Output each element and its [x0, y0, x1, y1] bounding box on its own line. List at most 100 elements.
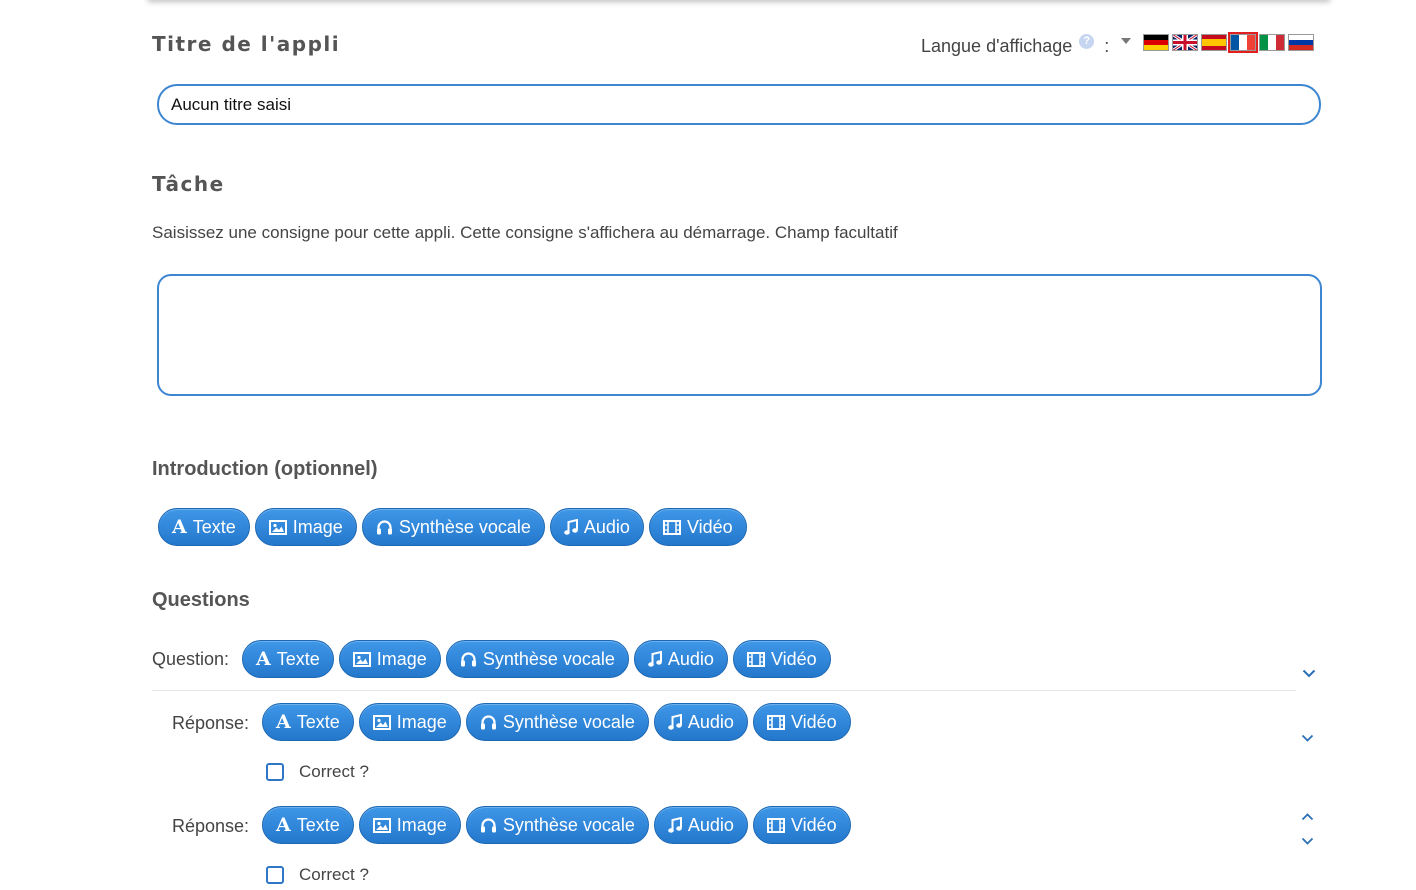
question-collapse-button[interactable]: [1302, 665, 1316, 683]
display-language: Langue d'affichage ? :: [921, 34, 1110, 57]
introduction-media-buttons: A Texte Image Synthèse vocale Audio Vidé…: [158, 508, 747, 546]
language-dropdown-toggle[interactable]: [1121, 38, 1131, 44]
button-label: Image: [292, 516, 343, 537]
flag-ru-icon[interactable]: [1288, 34, 1314, 51]
button-label: Audio: [583, 516, 630, 537]
button-label: Image: [376, 648, 427, 669]
button-label: Texte: [276, 648, 320, 669]
chevron-down-icon: [1301, 734, 1314, 742]
answer-1-video-button[interactable]: Vidéo: [752, 703, 851, 741]
image-icon: [352, 651, 371, 667]
answer-1-text-button[interactable]: A Texte: [262, 703, 354, 741]
music-note-icon: [668, 816, 682, 834]
flag-fr-icon[interactable]: [1228, 32, 1258, 53]
flag-it-icon[interactable]: [1259, 34, 1285, 51]
headphones-icon: [480, 714, 497, 730]
display-language-colon: :: [1104, 36, 1110, 56]
chevron-down-icon: [1301, 837, 1314, 845]
button-label: Image: [396, 711, 447, 732]
music-note-icon: [648, 650, 662, 668]
answer-1-tts-button[interactable]: Synthèse vocale: [465, 703, 649, 741]
answer-1-image-button[interactable]: Image: [358, 703, 461, 741]
text-format-icon: A: [256, 648, 271, 670]
question-text-button[interactable]: A Texte: [242, 640, 334, 678]
music-note-icon: [668, 713, 682, 731]
intro-image-button[interactable]: Image: [254, 508, 357, 546]
help-icon[interactable]: ?: [1079, 34, 1095, 49]
answer-1-correct-label: Correct ?: [299, 762, 369, 781]
answer-2-tts-button[interactable]: Synthèse vocale: [465, 806, 649, 844]
question-label: Question:: [152, 649, 230, 669]
answer-2-media-buttons: A Texte Image Synthèse vocale Audio Vidé…: [262, 806, 851, 844]
intro-tts-button[interactable]: Synthèse vocale: [361, 508, 545, 546]
flag-es-icon[interactable]: [1201, 34, 1227, 51]
chevron-up-icon: [1301, 813, 1314, 821]
button-label: Texte: [192, 516, 236, 537]
language-flags: [1143, 32, 1314, 53]
answer-2-correct-checkbox[interactable]: [266, 866, 284, 884]
image-icon: [268, 519, 287, 535]
button-label: Synthèse vocale: [502, 711, 635, 732]
image-icon: [372, 714, 391, 730]
answer-1-correct-checkbox[interactable]: [266, 763, 284, 781]
button-label: Vidéo: [790, 711, 837, 732]
answer-2-video-button[interactable]: Vidéo: [752, 806, 851, 844]
chevron-down-icon: [1302, 669, 1316, 678]
answer-2-move-down-button[interactable]: [1301, 832, 1314, 850]
button-label: Synthèse vocale: [502, 814, 635, 835]
intro-audio-button[interactable]: Audio: [549, 508, 644, 546]
film-icon: [766, 714, 785, 730]
button-label: Texte: [296, 711, 340, 732]
questions-heading: Questions: [152, 589, 250, 611]
answer-2-text-button[interactable]: A Texte: [262, 806, 354, 844]
question-tts-button[interactable]: Synthèse vocale: [445, 640, 629, 678]
answer-1-media-buttons: A Texte Image Synthèse vocale Audio Vidé…: [262, 703, 851, 741]
button-label: Vidéo: [790, 814, 837, 835]
button-label: Synthèse vocale: [398, 516, 531, 537]
question-image-button[interactable]: Image: [338, 640, 441, 678]
button-label: Texte: [296, 814, 340, 835]
answer-1-move-down-button[interactable]: [1301, 729, 1314, 747]
film-icon: [746, 651, 765, 667]
button-label: Audio: [667, 648, 714, 669]
answer-2-label: Réponse:: [172, 816, 250, 836]
text-format-icon: A: [276, 814, 291, 836]
text-format-icon: A: [172, 516, 187, 538]
button-label: Audio: [687, 711, 734, 732]
answer-2-move-up-button[interactable]: [1301, 808, 1314, 826]
button-label: Synthèse vocale: [482, 648, 615, 669]
task-heading: Tâche: [152, 172, 225, 196]
flag-de-icon[interactable]: [1143, 34, 1169, 51]
task-description: Saisissez une consigne pour cette appli.…: [152, 223, 898, 242]
music-note-icon: [564, 518, 578, 536]
introduction-heading: Introduction (optionnel): [152, 458, 378, 480]
headphones-icon: [480, 817, 497, 833]
film-icon: [662, 519, 681, 535]
question-divider: [152, 690, 1296, 691]
headphones-icon: [376, 519, 393, 535]
question-video-button[interactable]: Vidéo: [732, 640, 831, 678]
answer-2-image-button[interactable]: Image: [358, 806, 461, 844]
answer-2-correct-label: Correct ?: [299, 865, 369, 884]
image-icon: [372, 817, 391, 833]
text-format-icon: A: [276, 711, 291, 733]
headphones-icon: [460, 651, 477, 667]
answer-1-label: Réponse:: [172, 713, 250, 733]
triangle-down-icon: [1121, 38, 1131, 44]
app-title-heading: Titre de l'appli: [152, 32, 341, 56]
intro-video-button[interactable]: Vidéo: [648, 508, 747, 546]
answer-2-audio-button[interactable]: Audio: [653, 806, 748, 844]
app-title-input[interactable]: [157, 84, 1321, 125]
button-label: Audio: [687, 814, 734, 835]
question-media-buttons: A Texte Image Synthèse vocale Audio Vidé…: [242, 640, 831, 678]
button-label: Vidéo: [770, 648, 817, 669]
question-audio-button[interactable]: Audio: [633, 640, 728, 678]
button-label: Vidéo: [686, 516, 733, 537]
button-label: Image: [396, 814, 447, 835]
task-textarea[interactable]: [157, 274, 1322, 396]
answer-1-audio-button[interactable]: Audio: [653, 703, 748, 741]
intro-text-button[interactable]: A Texte: [158, 508, 250, 546]
film-icon: [766, 817, 785, 833]
display-language-label: Langue d'affichage: [921, 36, 1073, 56]
flag-en-icon[interactable]: [1172, 34, 1198, 51]
